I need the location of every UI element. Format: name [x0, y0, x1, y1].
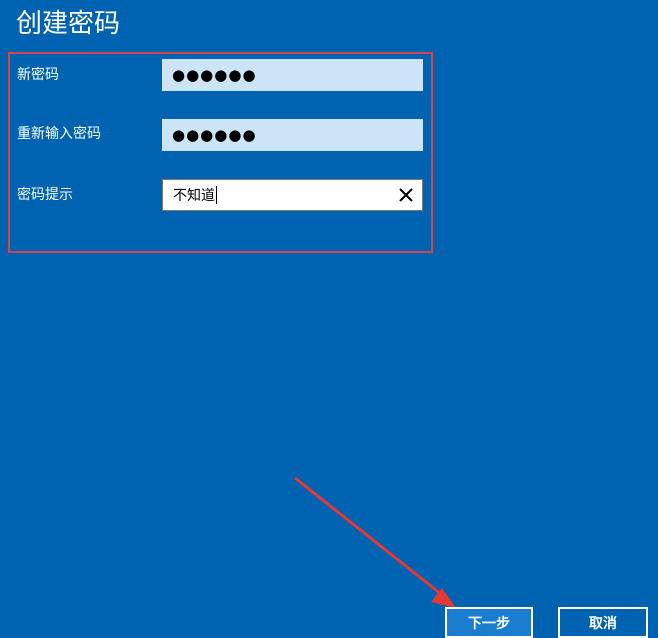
new-password-input[interactable]: ●●●●●●	[162, 59, 423, 91]
password-hint-label: 密码提示	[17, 187, 73, 203]
close-icon[interactable]	[398, 187, 414, 203]
arrow-head	[431, 588, 456, 608]
cancel-button[interactable]: 取消	[558, 607, 648, 638]
next-button[interactable]: 下一步	[445, 607, 533, 638]
confirm-password-value: ●●●●●●	[172, 126, 257, 144]
new-password-value: ●●●●●●	[172, 66, 257, 84]
password-hint-value: 不知道	[173, 188, 215, 204]
password-hint-input[interactable]: 不知道	[162, 179, 423, 211]
confirm-password-input[interactable]: ●●●●●●	[162, 119, 423, 151]
confirm-password-label: 重新输入密码	[17, 126, 101, 142]
arrow-shaft	[294, 476, 447, 600]
page-title: 创建密码	[16, 9, 121, 39]
text-caret	[216, 186, 217, 204]
new-password-label: 新密码	[17, 67, 59, 83]
